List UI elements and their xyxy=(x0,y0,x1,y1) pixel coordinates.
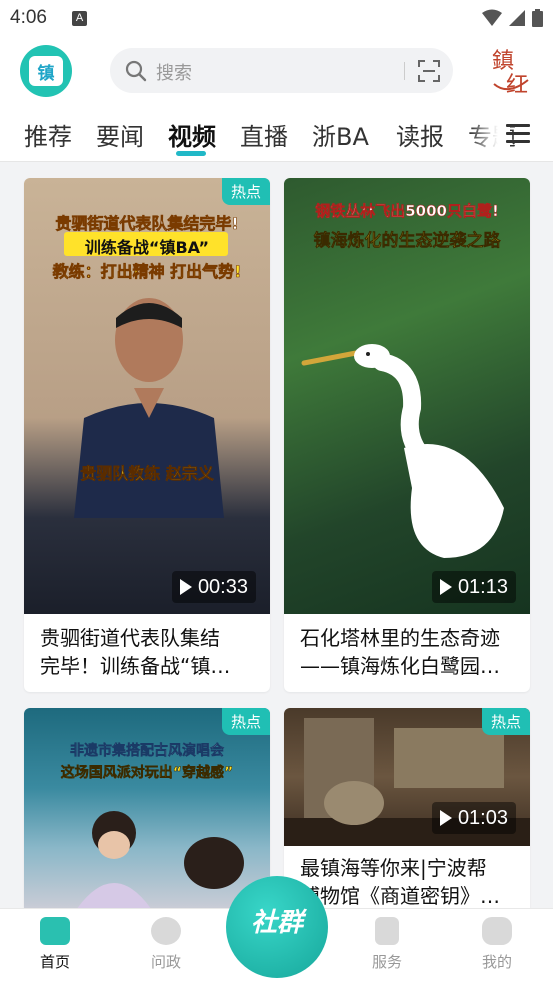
video-duration: 00:33 xyxy=(171,571,256,603)
book-icon xyxy=(375,917,399,945)
scan-icon[interactable] xyxy=(417,59,441,83)
nav-home[interactable]: 首页 xyxy=(15,917,95,972)
hot-badge: 热点 xyxy=(221,178,270,205)
video-title-line: 完毕！训练备战“镇… xyxy=(40,654,231,678)
video-title: 石化塔林里的生态奇迹 ——镇海炼化白鹭园… xyxy=(300,624,518,680)
duration-text: 01:03 xyxy=(457,807,508,829)
video-title-line: ——镇海炼化白鹭园… xyxy=(300,654,500,678)
children-figure xyxy=(77,811,244,908)
thumb-caption: 镇海炼化的生态逆袭之路 xyxy=(313,231,501,252)
nav-wenzheng[interactable]: 问政 xyxy=(126,917,206,972)
status-icons xyxy=(482,9,543,27)
video-thumbnail: 非遗市集搭配古风演唱会 这场国风派对玩出“穿越感” xyxy=(24,708,270,908)
app-logo-mark: 镇 xyxy=(29,56,63,86)
search-bar[interactable]: 搜索 xyxy=(110,48,453,93)
tab-zheba[interactable]: 浙BA xyxy=(312,117,369,152)
status-time: 4:06 xyxy=(10,7,47,28)
active-tab-indicator xyxy=(176,151,206,156)
nav-service-label: 服务 xyxy=(371,953,402,971)
thumb-caption: 钢铁丛林飞出5000只白鹭! xyxy=(315,202,499,221)
video-title-line: 石化塔林里的生态奇迹 xyxy=(300,626,500,650)
channel-tabs: 推荐 要闻 视频 直播 浙BA 读报 专题 xyxy=(0,106,553,162)
tab-video[interactable]: 视频 xyxy=(168,117,216,152)
menu-icon[interactable] xyxy=(506,124,530,148)
profile-icon xyxy=(482,917,512,945)
home-icon xyxy=(40,917,70,945)
nav-community-button[interactable]: 社群 xyxy=(226,876,328,980)
search-icon xyxy=(125,60,147,82)
hot-badge: 热点 xyxy=(481,708,530,735)
nav-service[interactable]: 服务 xyxy=(347,917,427,972)
play-icon xyxy=(439,810,452,826)
wifi-icon xyxy=(482,9,502,26)
egret-figure xyxy=(301,344,504,558)
signal-icon xyxy=(509,10,525,26)
duration-text: 00:33 xyxy=(197,576,248,598)
community-label: 社群 xyxy=(250,908,303,938)
tab-yaowen[interactable]: 要闻 xyxy=(96,117,144,152)
sim-icon: A xyxy=(72,11,87,26)
thumb-caption: 贵驷街道代表队集结完毕! xyxy=(55,214,239,234)
brand-seal-graphic: 鎮红 xyxy=(492,49,529,98)
video-thumbnail: 贵驷街道代表队集结完毕! 训练备战“镇BA” 教练：打出精神 打出气势! 贵驷队… xyxy=(24,178,270,614)
top-bar: 镇 搜索 鎮红 xyxy=(0,38,553,106)
thumb-caption: 训练备战“镇BA” xyxy=(84,238,210,257)
brand-seal-logo[interactable]: 鎮红 xyxy=(488,44,534,98)
status-bar: 4:06 A xyxy=(0,0,553,38)
video-thumbnail: 钢铁丛林飞出5000只白鹭! 镇海炼化的生态逆袭之路 xyxy=(284,178,530,614)
video-card[interactable]: 非遗市集搭配古风演唱会 这场国风派对玩出“穿越感” 热点 xyxy=(24,708,270,908)
nav-home-label: 首页 xyxy=(39,953,70,971)
chat-bubble-icon xyxy=(151,917,181,945)
tab-fade xyxy=(470,106,510,161)
svg-text:鎮: 鎮 xyxy=(492,49,514,74)
svg-text:红: 红 xyxy=(506,73,528,98)
app-logo[interactable]: 镇 xyxy=(20,45,72,97)
thumb-caption: 非遗市集搭配古风演唱会 xyxy=(70,743,225,760)
video-duration: 01:13 xyxy=(431,571,516,603)
video-title-line: 最镇海等你来|宁波帮 xyxy=(300,856,487,880)
community-badge: 社群 xyxy=(226,876,328,978)
thumb-caption: 这场国风派对玩出“穿越感” xyxy=(60,765,234,782)
video-title-line: 博物馆《商道密钥》… xyxy=(300,884,500,908)
nav-mine[interactable]: 我的 xyxy=(457,917,537,972)
tab-tuijian[interactable]: 推荐 xyxy=(24,117,72,152)
thumb-caption: 教练：打出精神 打出气势! xyxy=(52,262,242,282)
duration-text: 01:13 xyxy=(457,576,508,598)
nav-mine-label: 我的 xyxy=(481,953,512,971)
video-title: 最镇海等你来|宁波帮 博物馆《商道密钥》… xyxy=(300,854,518,908)
battery-icon xyxy=(532,9,543,27)
search-placeholder: 搜索 xyxy=(156,63,192,84)
hot-badge: 热点 xyxy=(221,708,270,735)
tab-dubao[interactable]: 读报 xyxy=(396,117,444,152)
video-card[interactable]: 钢铁丛林飞出5000只白鹭! 镇海炼化的生态逆袭之路 01:13 石化塔林里的生… xyxy=(284,178,530,692)
video-card[interactable]: 热点 01:03 最镇海等你来|宁波帮 博物馆《商道密钥》… xyxy=(284,708,530,908)
video-title-line: 贵驷街道代表队集结 xyxy=(40,626,220,650)
play-icon xyxy=(179,579,192,595)
search-divider xyxy=(404,62,405,80)
nav-wenzheng-label: 问政 xyxy=(150,953,181,971)
thumb-caption: 贵驷队教练 赵宗义 xyxy=(80,464,214,484)
video-title: 贵驷街道代表队集结 完毕！训练备战“镇… xyxy=(40,624,258,680)
play-icon xyxy=(439,579,452,595)
tab-live[interactable]: 直播 xyxy=(240,117,288,152)
video-duration: 01:03 xyxy=(431,802,516,834)
video-card[interactable]: 贵驷街道代表队集结完毕! 训练备战“镇BA” 教练：打出精神 打出气势! 贵驷队… xyxy=(24,178,270,692)
